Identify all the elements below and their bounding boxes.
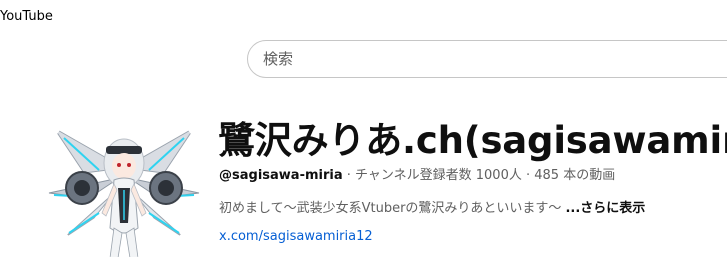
channel-meta: @sagisawa-miria · チャンネル登録者数 1000人 · 485 … <box>219 164 615 183</box>
channel-handle[interactable]: @sagisawa-miria <box>219 168 343 183</box>
search-input[interactable] <box>263 41 703 77</box>
description-text: 初めまして〜武装少女系Vtuberの鷺沢みりあといいます〜 <box>219 201 562 216</box>
avatar-character-image <box>44 98 204 257</box>
video-count: 485 本の動画 <box>534 168 616 183</box>
channel-title: 鷺沢みりあ.ch(sagisawamiria) <box>218 119 727 162</box>
meta-separator: · <box>342 168 356 183</box>
search-box[interactable] <box>247 40 727 78</box>
channel-external-link[interactable]: x.com/sagisawamiria12 <box>219 229 373 244</box>
subscriber-count: チャンネル登録者数 1000人 <box>355 168 522 183</box>
channel-description[interactable]: 初めまして〜武装少女系Vtuberの鷺沢みりあといいます〜 ...さらに表示 <box>219 197 645 216</box>
youtube-logo-link[interactable]: YouTube <box>0 9 53 24</box>
show-more-button[interactable]: ...さらに表示 <box>565 201 645 216</box>
meta-separator: · <box>521 168 535 183</box>
channel-avatar[interactable] <box>44 98 204 257</box>
channel-page: YouTube 検索 鷺沢みりあ.ch(sagisawami @sagisawa… <box>0 0 727 257</box>
